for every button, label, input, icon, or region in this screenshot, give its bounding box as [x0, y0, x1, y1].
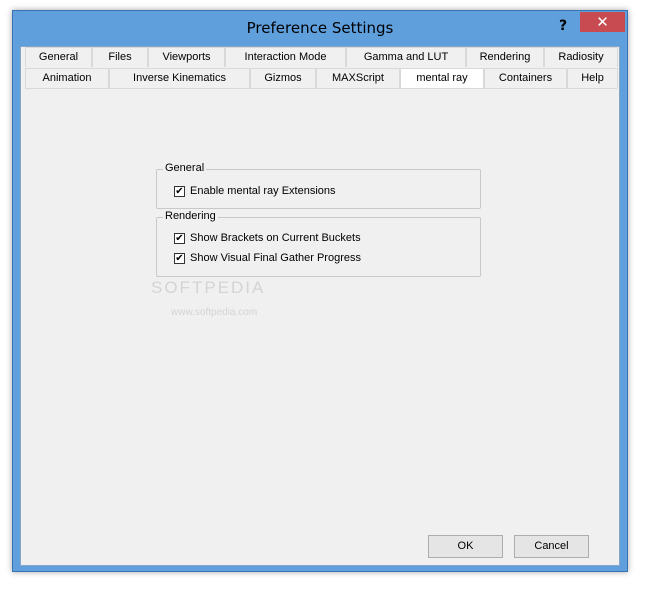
tab-rendering[interactable]: Rendering [466, 47, 544, 67]
tab-viewports[interactable]: Viewports [148, 47, 225, 67]
tab-help[interactable]: Help [567, 68, 618, 88]
enable-mental-ray-extensions-checkbox[interactable]: ✔ [174, 185, 185, 197]
tab-containers[interactable]: Containers [484, 68, 567, 88]
tab-maxscript[interactable]: MAXScript [316, 68, 400, 88]
tab-radiosity[interactable]: Radiosity [544, 47, 618, 67]
cancel-button[interactable]: Cancel [514, 535, 589, 558]
tab-animation[interactable]: Animation [25, 68, 109, 88]
tab-general[interactable]: General [25, 47, 92, 67]
general-group-title: General [163, 162, 207, 174]
show-brackets-label: Show Brackets on Current Buckets [190, 232, 361, 244]
show-final-gather-progress-option[interactable]: ✔ Show Visual Final Gather Progress [174, 251, 361, 265]
enable-mental-ray-extensions-label: Enable mental ray Extensions [190, 185, 336, 197]
general-group: General ✔ Enable mental ray Extensions [156, 162, 481, 209]
tab-interaction-mode[interactable]: Interaction Mode [225, 47, 346, 67]
help-button[interactable]: ? [552, 16, 574, 36]
watermark-logo: SOFTPEDIA [151, 278, 266, 297]
tab-divider [25, 88, 617, 89]
tab-gamma-and-lut[interactable]: Gamma and LUT [346, 47, 466, 67]
tab-inverse-kinematics[interactable]: Inverse Kinematics [109, 68, 250, 88]
show-brackets-checkbox[interactable]: ✔ [174, 232, 185, 244]
show-final-gather-progress-label: Show Visual Final Gather Progress [190, 252, 361, 264]
rendering-group-title: Rendering [163, 210, 218, 222]
tab-files[interactable]: Files [92, 47, 148, 67]
dialog-client-area: General Files Viewports Interaction Mode… [20, 46, 620, 566]
show-final-gather-progress-checkbox[interactable]: ✔ [174, 252, 185, 264]
close-button[interactable]: ✕ [580, 12, 625, 32]
tab-row-2: Animation Inverse Kinematics Gizmos MAXS… [25, 68, 618, 88]
watermark-url: www.softpedia.com [171, 307, 258, 318]
tab-gizmos[interactable]: Gizmos [250, 68, 316, 88]
title-bar[interactable]: Preference Settings ? ✕ [13, 11, 627, 45]
rendering-group: Rendering ✔ Show Brackets on Current Buc… [156, 210, 481, 277]
tab-row-1: General Files Viewports Interaction Mode… [25, 47, 618, 67]
enable-mental-ray-extensions-option[interactable]: ✔ Enable mental ray Extensions [174, 184, 336, 198]
tab-mental-ray[interactable]: mental ray [400, 68, 484, 88]
preference-settings-window: Preference Settings ? ✕ General Files Vi… [12, 10, 628, 572]
ok-button[interactable]: OK [428, 535, 503, 558]
window-title: Preference Settings [246, 19, 394, 37]
show-brackets-option[interactable]: ✔ Show Brackets on Current Buckets [174, 231, 361, 245]
